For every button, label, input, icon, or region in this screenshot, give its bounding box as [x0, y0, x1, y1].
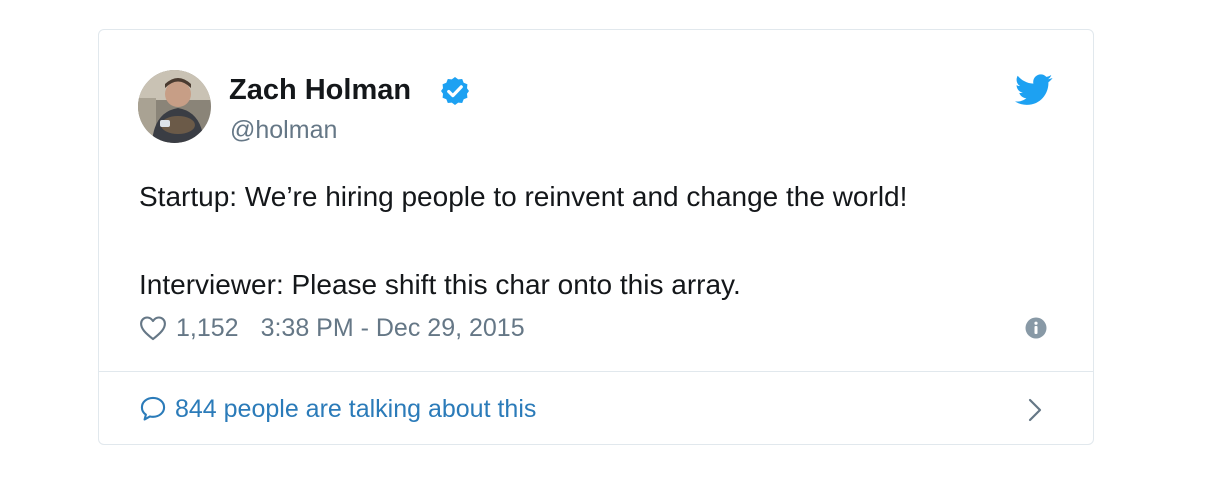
conversation-link[interactable]: 844 people are talking about this [139, 392, 536, 426]
tweet-text-line: Interviewer: Please shift this char onto… [139, 269, 741, 300]
author-display-name[interactable]: Zach Holman [229, 72, 411, 108]
speech-bubble-icon [140, 396, 166, 421]
verified-badge-icon [441, 77, 469, 105]
divider [99, 371, 1093, 372]
conversation-label[interactable]: 844 people are talking about this [175, 395, 536, 424]
twitter-bird-icon[interactable] [1015, 74, 1053, 106]
avatar[interactable] [138, 70, 211, 143]
like-count[interactable]: 1,152 [176, 314, 239, 343]
tweet-card: Zach Holman @holman Startup: We’re hirin… [98, 29, 1094, 445]
tweet-text-line: Startup: We’re hiring people to reinvent… [139, 181, 908, 212]
heart-icon[interactable] [139, 315, 167, 341]
chevron-right-icon[interactable] [1027, 398, 1043, 422]
tweet-timestamp[interactable]: 3:38 PM - Dec 29, 2015 [261, 314, 525, 343]
tweet-meta: 1,152 3:38 PM - Dec 29, 2015 [139, 312, 525, 344]
info-icon[interactable] [1025, 317, 1047, 339]
author-handle[interactable]: @holman [230, 114, 337, 146]
tweet-text: Startup: We’re hiring people to reinvent… [139, 175, 1059, 307]
